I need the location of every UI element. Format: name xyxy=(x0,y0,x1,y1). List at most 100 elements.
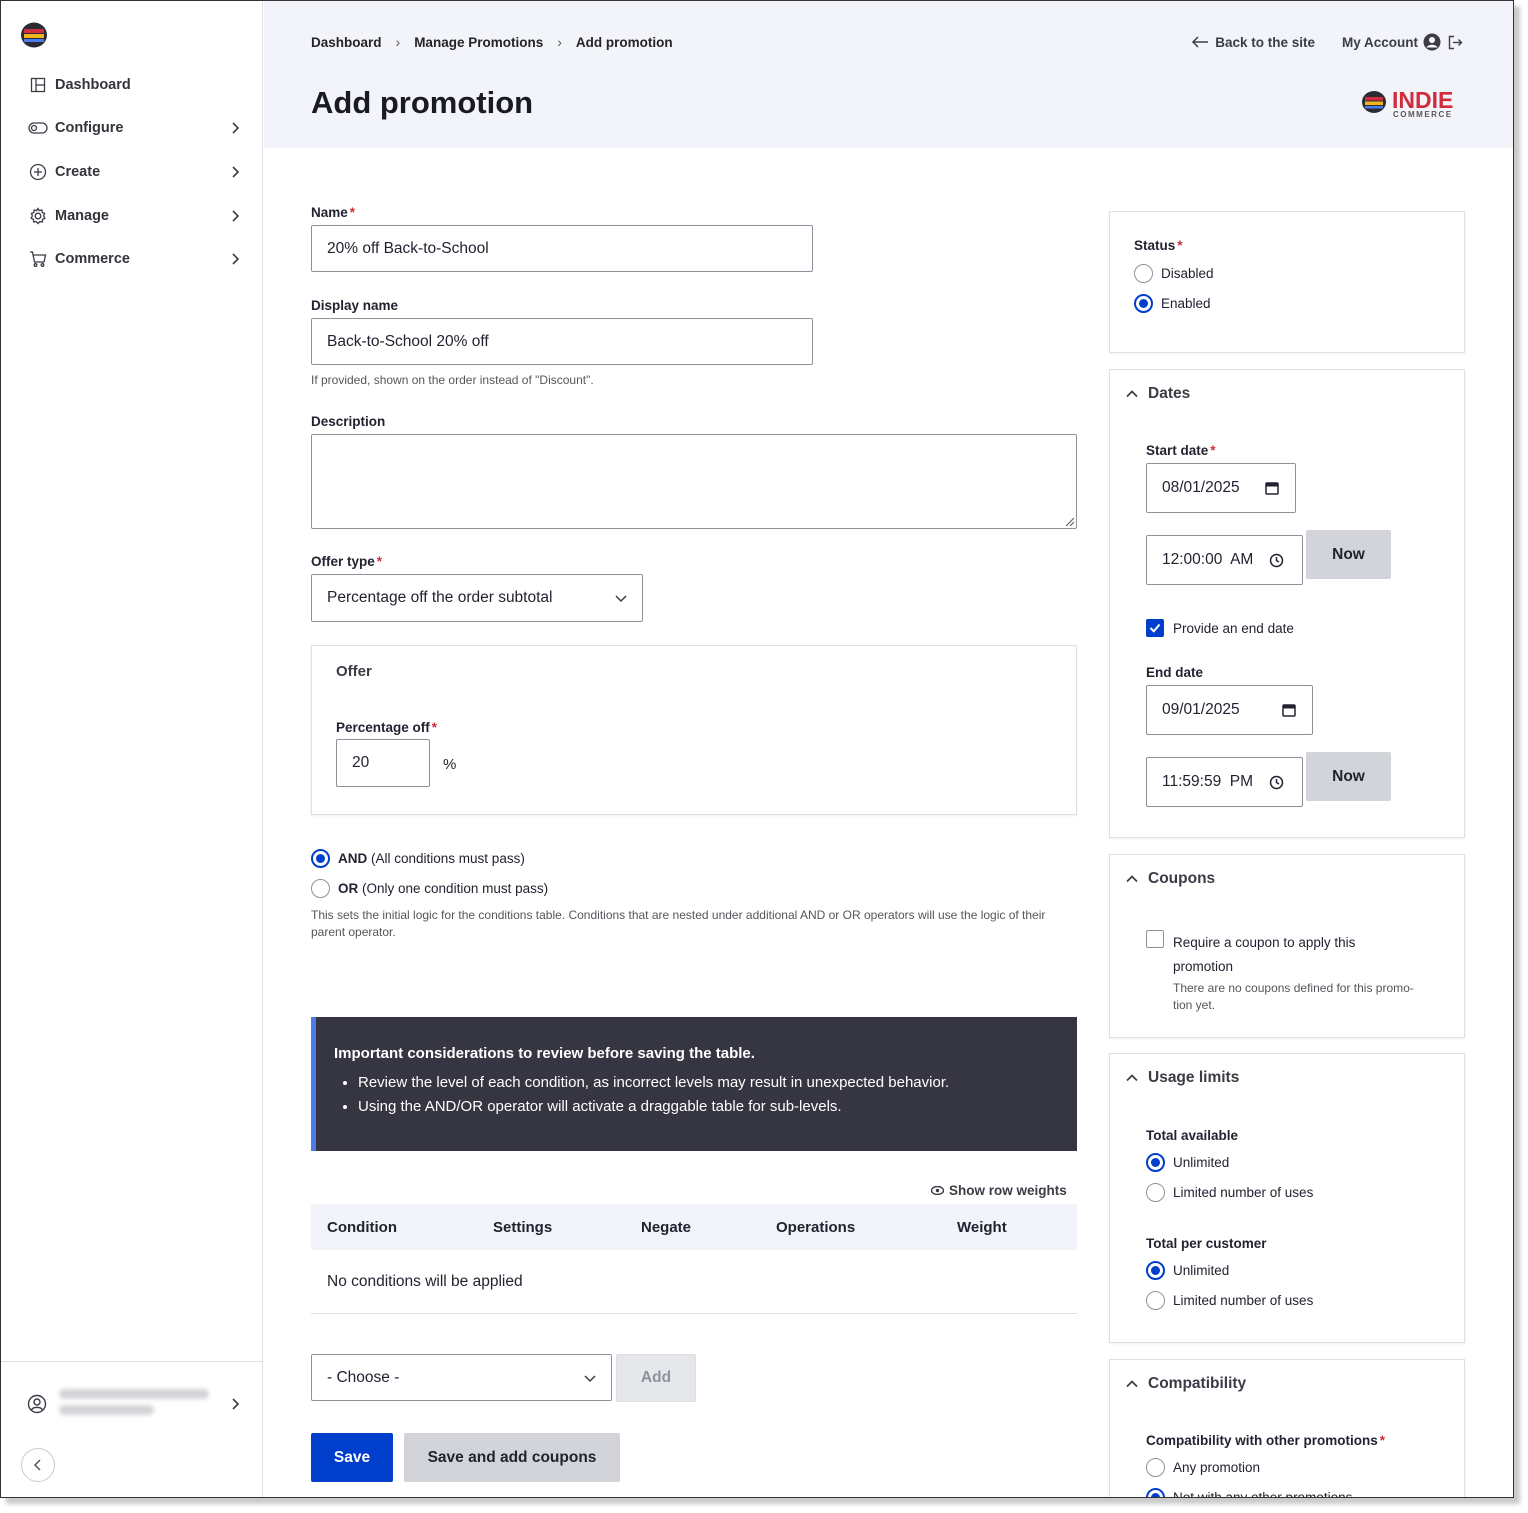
site-logo-icon[interactable] xyxy=(19,21,49,49)
end-time-value: 11:59:59 PM xyxy=(1162,773,1254,790)
calendar-icon[interactable] xyxy=(1282,703,1296,717)
start-time-value: 12:00:00 AM xyxy=(1162,551,1254,568)
coupons-help: There are no coupons defined for this pr… xyxy=(1173,980,1414,1014)
chevron-right-icon xyxy=(232,166,240,178)
show-row-weights-button[interactable]: Show row weights xyxy=(931,1183,1067,1198)
customer-limited-radio[interactable]: Limited number of uses xyxy=(1146,1291,1313,1310)
compatibility-card: Compatibility Compatibility with other p… xyxy=(1109,1359,1465,1497)
start-date-input[interactable]: 08/01/2025 xyxy=(1146,463,1296,513)
page-header: Dashboard › Manage Promotions › Add prom… xyxy=(264,1,1513,148)
compatibility-title: Compatibility xyxy=(1148,1375,1247,1392)
my-account-label: My Account xyxy=(1341,34,1418,50)
add-condition-button[interactable]: Add xyxy=(616,1354,696,1402)
chevron-right-icon xyxy=(232,253,240,265)
condition-select-value: - Choose - xyxy=(327,1368,400,1386)
logic-help: This sets the initial logic for the cond… xyxy=(311,908,1046,939)
checkbox-checked xyxy=(1146,619,1164,637)
radio-unselected xyxy=(1146,1458,1165,1477)
usage-limits-toggle[interactable]: Usage limits xyxy=(1124,1069,1239,1087)
status-label: Status * xyxy=(1134,238,1183,253)
top-links: Back to the site My Account xyxy=(1191,33,1463,51)
sidebar-item-label: Manage xyxy=(55,207,109,224)
condition-select[interactable]: - Choose - xyxy=(311,1354,612,1401)
cart-icon xyxy=(27,248,49,270)
user-menu[interactable] xyxy=(27,1384,243,1424)
page-title: Add promotion xyxy=(311,85,534,120)
sidebar-item-dashboard[interactable]: Dashboard xyxy=(27,63,243,107)
eye-icon xyxy=(931,1186,944,1195)
breadcrumb-dashboard[interactable]: Dashboard xyxy=(311,35,382,50)
coupons-card: Coupons Require a coupon to apply this p… xyxy=(1109,854,1465,1038)
empty-message: No conditions will be applied xyxy=(327,1273,523,1290)
column-operations: Operations xyxy=(776,1219,856,1236)
description-textarea[interactable] xyxy=(311,434,1077,529)
breadcrumb-current: Add promotion xyxy=(575,34,673,50)
save-and-add-coupons-button[interactable]: Save and add coupons xyxy=(404,1433,620,1482)
end-time-input[interactable]: 11:59:59 PM xyxy=(1146,757,1303,807)
sidebar-item-commerce[interactable]: Commerce xyxy=(27,237,243,281)
clock-icon[interactable] xyxy=(1269,553,1284,568)
logic-or-label: OR xyxy=(338,881,359,896)
customer-unlimited-radio[interactable]: Unlimited xyxy=(1146,1261,1229,1280)
user-email-redacted xyxy=(59,1389,227,1419)
status-enabled-radio[interactable]: Enabled xyxy=(1134,294,1211,313)
column-settings: Settings xyxy=(493,1219,553,1236)
display-name-input[interactable]: Back-to-School 20% off xyxy=(311,318,813,365)
sidebar-item-label: Commerce xyxy=(55,251,130,268)
status-enabled-label: Enabled xyxy=(1161,296,1211,311)
coupons-title: Coupons xyxy=(1148,870,1216,887)
dashboard-icon xyxy=(27,74,49,96)
start-date-label: Start date * xyxy=(1146,443,1216,458)
provide-end-date-checkbox[interactable]: Provide an end date xyxy=(1146,619,1294,637)
offer-type-label: Offer type * xyxy=(311,554,383,569)
total-limited-radio[interactable]: Limited number of uses xyxy=(1146,1183,1313,1202)
sidebar-item-manage[interactable]: Manage xyxy=(27,194,243,238)
radio-unselected xyxy=(1134,264,1153,283)
breadcrumb: Dashboard › Manage Promotions › Add prom… xyxy=(311,34,673,50)
total-unlimited-radio[interactable]: Unlimited xyxy=(1146,1153,1229,1172)
back-to-site-link[interactable]: Back to the site xyxy=(1191,35,1315,50)
coupons-toggle[interactable]: Coupons xyxy=(1124,870,1215,888)
logic-or-radio[interactable]: OR (Only one condition must pass) xyxy=(311,879,548,898)
start-now-button[interactable]: Now xyxy=(1306,530,1391,579)
logic-and-radio[interactable]: AND (All conditions must pass) xyxy=(311,849,525,868)
display-name-help: If provided, shown on the order instead … xyxy=(311,373,594,387)
sidebar-footer xyxy=(1,1361,263,1497)
arrow-left-icon xyxy=(1192,36,1209,48)
end-date-input[interactable]: 09/01/2025 xyxy=(1146,685,1313,735)
offer-type-select[interactable]: Percentage off the order subtotal xyxy=(311,574,643,622)
status-disabled-radio[interactable]: Disabled xyxy=(1134,264,1214,283)
compatibility-toggle[interactable]: Compatibility xyxy=(1124,1375,1246,1393)
sidebar-item-configure[interactable]: Configure xyxy=(27,107,243,151)
chevron-down-icon xyxy=(584,1374,596,1382)
offer-title: Offer xyxy=(336,663,372,680)
dates-card: Dates Start date * 08/01/2025 12:00:00 AM… xyxy=(1109,369,1465,838)
calendar-icon[interactable] xyxy=(1265,481,1279,495)
end-date-label: End date xyxy=(1146,665,1204,680)
require-coupon-checkbox[interactable] xyxy=(1146,930,1164,948)
check-icon xyxy=(1149,623,1161,633)
chevron-right-icon xyxy=(232,1398,240,1410)
start-time-input[interactable]: 12:00:00 AM xyxy=(1146,535,1303,585)
my-account-link[interactable]: My Account xyxy=(1342,33,1463,51)
breadcrumb-manage-promotions[interactable]: Manage Promotions xyxy=(414,35,543,50)
compat-any-radio[interactable]: Any promotion xyxy=(1146,1458,1260,1477)
percentage-off-label: Percentage off * xyxy=(336,720,438,735)
logout-icon[interactable] xyxy=(1448,35,1463,50)
compat-not-radio[interactable]: Not with any other promotions xyxy=(1146,1488,1352,1497)
save-button[interactable]: Save xyxy=(311,1433,393,1482)
chevron-right-icon xyxy=(232,210,240,222)
end-now-button[interactable]: Now xyxy=(1306,752,1391,801)
radio-unselected xyxy=(1146,1183,1165,1202)
sidebar-item-label: Create xyxy=(55,163,101,180)
collapse-sidebar-button[interactable] xyxy=(21,1448,55,1482)
chevron-up-icon xyxy=(1126,1380,1138,1388)
clock-icon[interactable] xyxy=(1269,775,1284,790)
dates-toggle[interactable]: Dates xyxy=(1124,385,1190,403)
name-input[interactable]: 20% off Back-to-School xyxy=(311,225,813,272)
sidebar-item-create[interactable]: Create xyxy=(27,150,243,194)
percentage-off-input[interactable]: 20 xyxy=(336,739,430,787)
resize-handle-icon[interactable] xyxy=(1065,517,1075,527)
avatar-icon xyxy=(1423,33,1441,51)
dates-title: Dates xyxy=(1148,385,1191,402)
